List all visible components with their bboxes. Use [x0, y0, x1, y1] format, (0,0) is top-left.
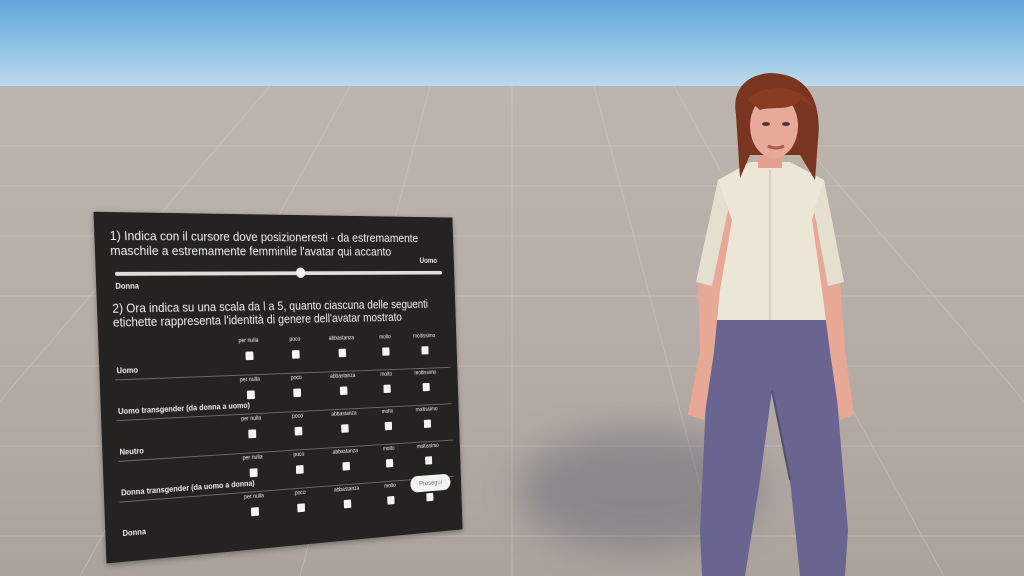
option-label: abbastanza — [331, 410, 357, 418]
option-label: poco — [290, 375, 302, 382]
option-label: per nulla — [238, 337, 259, 345]
rating-checkbox[interactable] — [250, 507, 259, 517]
rating-checkbox[interactable] — [422, 382, 430, 392]
rating-row-label: Uomo — [116, 365, 139, 376]
rating-option: poco — [273, 451, 324, 481]
rating-checkbox[interactable] — [294, 426, 303, 436]
rating-table: Uomo per nulla poco abbastanza molto moltissi… — [113, 331, 456, 542]
rating-option: per nulla — [223, 376, 276, 405]
rating-option: moltissimo — [401, 333, 448, 359]
rating-checkbox[interactable] — [245, 351, 254, 361]
rating-option: moltissimo — [402, 370, 449, 397]
option-label: abbastanza — [333, 485, 360, 494]
rating-checkbox[interactable] — [383, 384, 391, 394]
rating-checkbox[interactable] — [424, 456, 432, 465]
rating-option: abbastanza — [319, 410, 369, 439]
rating-option: per nulla — [222, 338, 275, 366]
rating-option: per nulla — [228, 492, 281, 523]
rating-option: moltissimo — [404, 442, 451, 470]
rating-option: abbastanza — [318, 373, 368, 401]
option-label: abbastanza — [332, 448, 359, 456]
rating-checkbox[interactable] — [339, 386, 348, 396]
option-label: abbastanza — [329, 373, 356, 380]
option-label: moltissimo — [416, 443, 439, 451]
next-button[interactable]: Prosegui — [410, 473, 451, 493]
rating-checkbox[interactable] — [381, 347, 390, 356]
rating-option: abbastanza — [321, 448, 371, 477]
slider-max-label: Uomo — [419, 256, 438, 265]
rating-row-label: Donna — [122, 527, 147, 539]
option-label: per nulla — [239, 376, 261, 384]
rating-checkbox[interactable] — [385, 458, 393, 468]
rating-option: moltissimo — [403, 406, 450, 434]
rating-option: poco — [271, 375, 323, 403]
option-label: per nulla — [242, 454, 263, 462]
rating-option: per nulla — [225, 415, 278, 445]
rating-row-label: Neutro — [119, 446, 145, 457]
slider-min-label: Donna — [115, 281, 140, 291]
option-label: abbastanza — [328, 335, 355, 342]
rating-option: abbastanza — [322, 485, 372, 515]
rating-checkbox[interactable] — [425, 492, 434, 502]
option-label: poco — [289, 336, 301, 343]
gender-slider[interactable] — [114, 267, 443, 278]
rating-option: abbastanza — [317, 335, 367, 362]
option-label: moltissimo — [414, 370, 437, 377]
rating-checkbox[interactable] — [292, 388, 301, 398]
rating-checkbox[interactable] — [296, 503, 305, 513]
rating-checkbox[interactable] — [423, 419, 431, 429]
rating-checkbox[interactable] — [340, 424, 349, 433]
option-label: poco — [293, 451, 305, 459]
rating-checkbox[interactable] — [343, 499, 351, 509]
rating-checkbox[interactable] — [338, 348, 346, 358]
option-label: poco — [294, 490, 306, 497]
option-label: moltissimo — [413, 333, 436, 340]
rating-checkbox[interactable] — [247, 429, 256, 439]
slider-thumb[interactable] — [296, 267, 306, 278]
option-label: poco — [291, 413, 304, 420]
question-1-text: 1) Indica con il cursore dove posizioner… — [109, 227, 419, 259]
rating-checkbox[interactable] — [421, 346, 429, 355]
rating-checkbox[interactable] — [384, 421, 392, 431]
rating-checkbox[interactable] — [291, 350, 300, 359]
option-label: per nulla — [243, 493, 265, 501]
rating-option: poco — [269, 336, 321, 364]
rating-option: per nulla — [226, 454, 279, 484]
rating-checkbox[interactable] — [246, 390, 255, 400]
option-label: per nulla — [241, 415, 262, 423]
rating-checkbox[interactable] — [295, 465, 304, 475]
rating-checkbox[interactable] — [249, 468, 258, 478]
questionnaire-panel: 1) Indica con il cursore dove posizioner… — [93, 211, 463, 564]
avatar-figure — [688, 73, 854, 576]
rating-option: poco — [275, 489, 326, 519]
question-2-text: 2) Ora indica su una scala da l a 5, qua… — [112, 297, 429, 330]
option-label: moltissimo — [415, 406, 438, 414]
rating-checkbox[interactable] — [386, 495, 395, 505]
rating-option: poco — [272, 413, 324, 442]
rating-checkbox[interactable] — [342, 461, 350, 471]
